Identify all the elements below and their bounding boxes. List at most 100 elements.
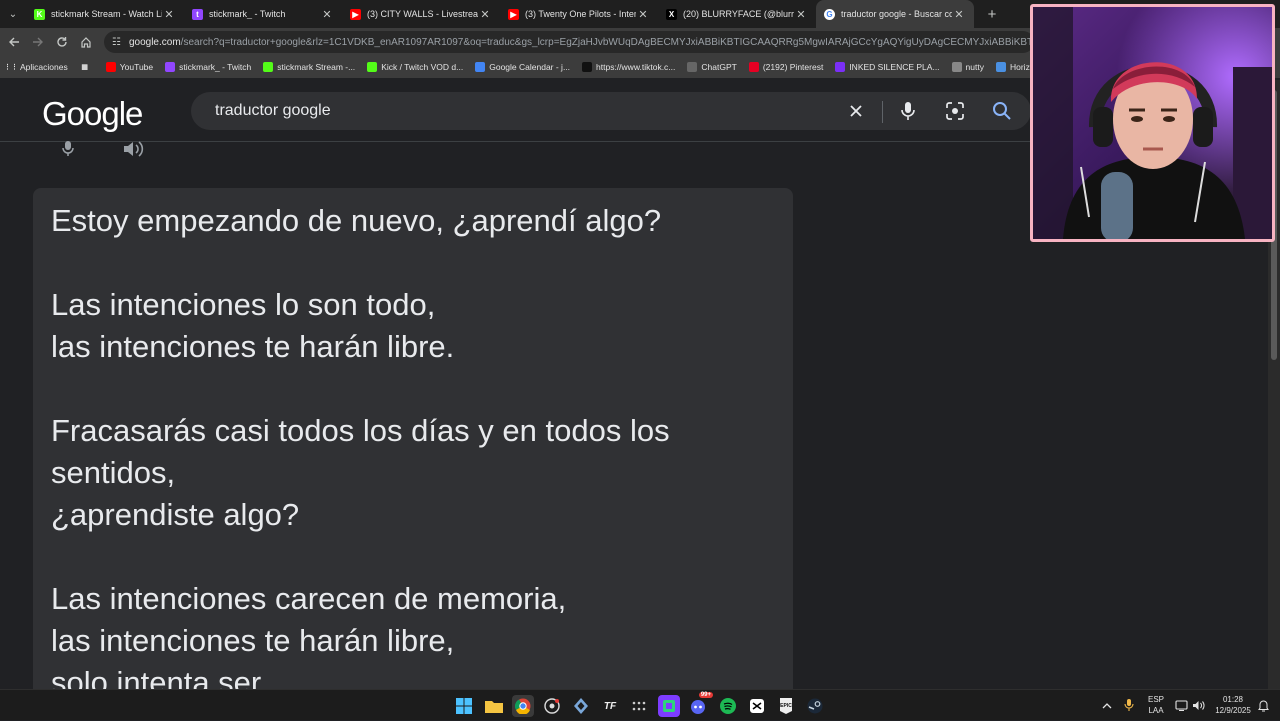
show-hidden-icons-chevron[interactable] <box>1102 690 1112 721</box>
streamer-webcam-image <box>1033 7 1272 239</box>
reload-icon[interactable] <box>50 30 74 54</box>
bookmark-item[interactable]: ChatGPT <box>687 62 737 72</box>
bookmark-item[interactable]: ⋮⋮ Aplicaciones <box>4 62 68 72</box>
bookmark-item[interactable]: stickmark Stream -... <box>263 62 355 72</box>
browser-tab[interactable]: Kstickmark Stream - Watch Live on Kick✕ <box>26 0 184 28</box>
tab-title: stickmark_ - Twitch <box>209 9 286 19</box>
epic-games-icon[interactable]: EPIC <box>775 695 797 717</box>
tab-search-chevron-icon[interactable]: ⌄ <box>0 0 26 28</box>
tab-favicon-icon: G <box>824 8 835 20</box>
voice-search-icon[interactable] <box>896 99 920 123</box>
video-editor-icon[interactable] <box>658 695 680 717</box>
keyboard-layout: LAA <box>1148 706 1164 715</box>
input-language-indicator[interactable]: ESP LAA <box>1145 694 1167 716</box>
search-box[interactable]: traductor google <box>191 92 1031 130</box>
tab-title: (20) BLURRYFACE (@blurryface) <box>683 9 794 19</box>
url-path: /search?q=traductor+google&rlz=1C1VDKB_e… <box>180 36 1034 48</box>
clear-search-icon[interactable] <box>844 99 868 123</box>
forward-arrow-icon[interactable] <box>26 30 50 54</box>
start-windows-icon[interactable] <box>453 695 475 717</box>
calendar-icon <box>475 62 486 72</box>
address-bar[interactable]: ☷ google.com/search?q=traductor+google&r… <box>104 31 1034 53</box>
clock-time: 01:28 <box>1222 695 1244 704</box>
bookmark-label: (2192) Pinterest <box>762 62 824 72</box>
tab-title: stickmark Stream - Watch Live on Kick <box>51 9 162 19</box>
tab-close-icon[interactable]: ✕ <box>636 8 650 21</box>
apps-grid-icon: ⋮⋮ <box>4 64 18 71</box>
network-icon[interactable] <box>1175 690 1188 721</box>
speaker-icon[interactable] <box>122 138 146 160</box>
site-info-icon[interactable]: ☷ <box>112 37 121 48</box>
bookmark-item[interactable]: (2192) Pinterest <box>748 62 824 72</box>
tab-title: (3) CITY WALLS - Livestream Recording <box>367 9 478 19</box>
bookmark-item[interactable]: ▦ <box>80 62 94 72</box>
translated-line: las intenciones te harán libre, <box>51 623 455 658</box>
tab-close-icon[interactable]: ✕ <box>162 8 176 21</box>
youtube-icon <box>105 62 116 72</box>
tab-close-icon[interactable]: ✕ <box>794 8 808 21</box>
browser-tab[interactable]: t stickmark_ - Twitch ✕ <box>184 0 342 28</box>
home-icon[interactable] <box>74 30 98 54</box>
search-icon[interactable] <box>990 99 1014 123</box>
bookmark-label: Aplicaciones <box>20 62 68 72</box>
tiktok-live-studio-icon[interactable]: TF <box>599 695 621 717</box>
stanza-gap <box>51 368 771 410</box>
tab-favicon-icon: t <box>192 8 203 20</box>
bookmark-item[interactable]: stickmark_ - Twitch <box>165 62 251 72</box>
new-tab-button[interactable]: + <box>980 2 1004 26</box>
notification-bell-icon[interactable] <box>1258 690 1269 721</box>
streamlabs-taskbar-icon[interactable] <box>570 695 592 717</box>
microphone-icon[interactable] <box>56 138 80 160</box>
webcam-overlay <box>1030 4 1275 242</box>
steam-taskbar-icon[interactable] <box>804 695 826 717</box>
bookmark-label: Kick / Twitch VOD d... <box>381 62 464 72</box>
pinterest-icon <box>748 62 759 72</box>
back-arrow-icon[interactable] <box>2 30 26 54</box>
tab-close-icon[interactable]: ✕ <box>320 8 334 21</box>
browser-tab[interactable]: ▶ (3) Twenty One Pilots - Intentions✕ <box>500 0 658 28</box>
tab-favicon-icon: K <box>34 8 45 20</box>
tab-favicon-icon: ▶ <box>508 8 519 20</box>
capcut-taskbar-icon[interactable] <box>746 695 768 717</box>
obs-taskbar-icon[interactable] <box>541 695 563 717</box>
playlist-icon <box>835 62 846 72</box>
lens-search-icon[interactable] <box>943 99 967 123</box>
microphone-tray-icon[interactable] <box>1124 690 1134 721</box>
browser-tab[interactable]: ▶ (3) CITY WALLS - Livestream Recording✕ <box>342 0 500 28</box>
translated-line: Las intenciones lo son todo, <box>51 287 436 322</box>
bookmark-item[interactable]: https://www.tiktok.c... <box>582 62 675 72</box>
system-clock[interactable]: 01:28 12/9/2025 <box>1210 694 1256 716</box>
translated-line: Fracasarás casi todos los días y en todo… <box>51 413 670 448</box>
more-apps-icon[interactable] <box>628 695 650 717</box>
spotify-taskbar-icon[interactable] <box>717 695 739 717</box>
volume-icon[interactable] <box>1192 690 1205 721</box>
file-explorer-icon[interactable] <box>483 695 505 717</box>
search-input[interactable]: traductor google <box>215 102 331 120</box>
chatgpt-icon <box>687 62 698 72</box>
bookmark-label: Google Calendar - j... <box>489 62 571 72</box>
tab-close-icon[interactable]: ✕ <box>478 8 492 21</box>
browser-tab[interactable]: Gtraductor google - Buscar con Google✕ <box>816 0 974 28</box>
translated-line: Estoy empezando de nuevo, ¿aprendí algo? <box>51 203 662 238</box>
nutty-icon <box>951 62 962 72</box>
grid-icon: ▦ <box>81 64 89 71</box>
tab-title: (3) Twenty One Pilots - Intentions <box>525 9 636 19</box>
bookmark-item[interactable]: Kick / Twitch VOD d... <box>367 62 463 72</box>
bookmark-item[interactable]: nutty <box>951 62 984 72</box>
tab-close-icon[interactable]: ✕ <box>952 8 966 21</box>
kick-icon <box>263 62 274 72</box>
translation-tools <box>56 138 188 160</box>
bookmark-item[interactable]: INKED SILENCE PLA... <box>835 62 940 72</box>
chrome-taskbar-icon[interactable] <box>512 695 534 717</box>
google-logo[interactable]: Google <box>42 95 143 133</box>
svg-text:EPIC: EPIC <box>780 703 792 709</box>
bookmark-item[interactable]: YouTube <box>105 62 153 72</box>
bookmark-item[interactable]: Google Calendar - j... <box>475 62 570 72</box>
discord-taskbar-icon[interactable]: 99+ <box>687 692 713 717</box>
language-code: ESP <box>1147 695 1164 704</box>
translated-line: las intenciones te harán libre. <box>51 329 455 364</box>
tab-title: traductor google - Buscar con Google <box>841 9 952 19</box>
browser-tab[interactable]: X (20) BLURRYFACE (@blurryface)✕ <box>658 0 816 28</box>
stanza-gap <box>51 536 771 578</box>
tab-favicon-icon: X <box>666 8 677 20</box>
